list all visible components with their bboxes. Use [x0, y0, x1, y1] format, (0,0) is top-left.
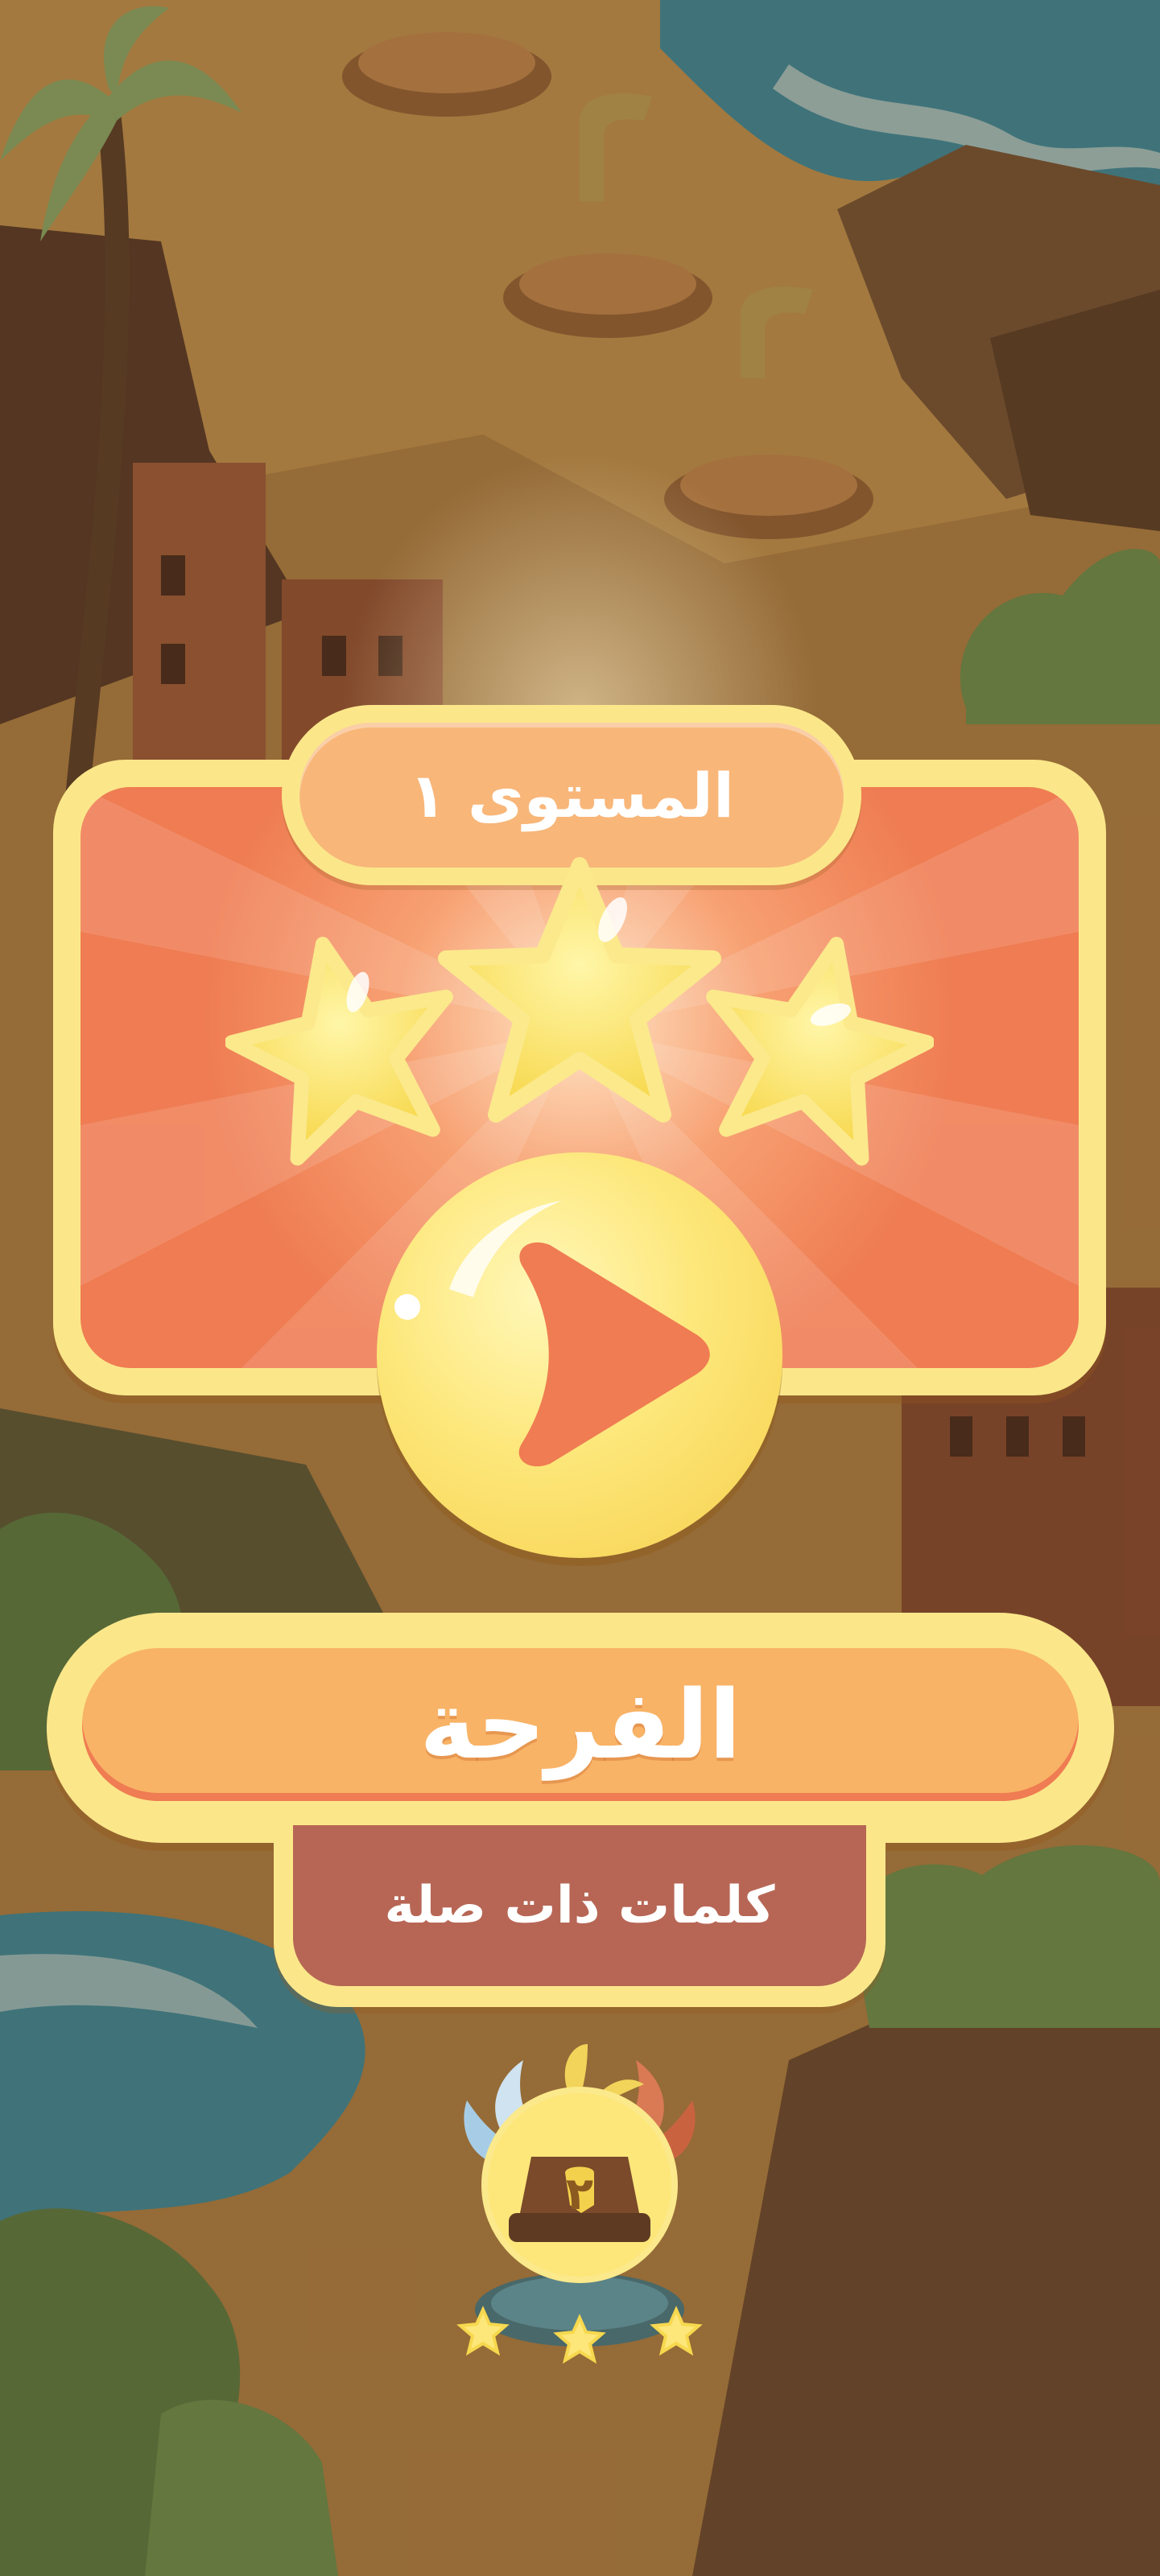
category-subtitle: كلمات ذات صلة: [384, 1876, 775, 1935]
category-title-banner: الفرحة: [47, 1613, 1114, 1843]
next-level-number: ٢: [566, 2168, 593, 2220]
trophy-icon: ٢: [509, 2157, 650, 2242]
next-level-stars: [456, 2306, 703, 2364]
small-star-icon: [650, 2306, 703, 2356]
star-icon-left: [225, 937, 453, 1166]
small-star-icon: [456, 2306, 510, 2356]
category-title: الفرحة: [419, 1669, 741, 1780]
category-subtitle-tab: كلمات ذات صلة: [274, 1825, 885, 2007]
play-icon: [394, 1201, 710, 1467]
star-icon-center: [438, 857, 721, 1123]
star-rating: [225, 857, 934, 1166]
star-icon-right: [706, 937, 934, 1166]
play-button[interactable]: [377, 1152, 782, 1558]
next-level-node[interactable]: ٢: [451, 2044, 708, 2366]
small-star-icon: [553, 2314, 606, 2364]
level-label: المستوى ١: [408, 759, 735, 831]
